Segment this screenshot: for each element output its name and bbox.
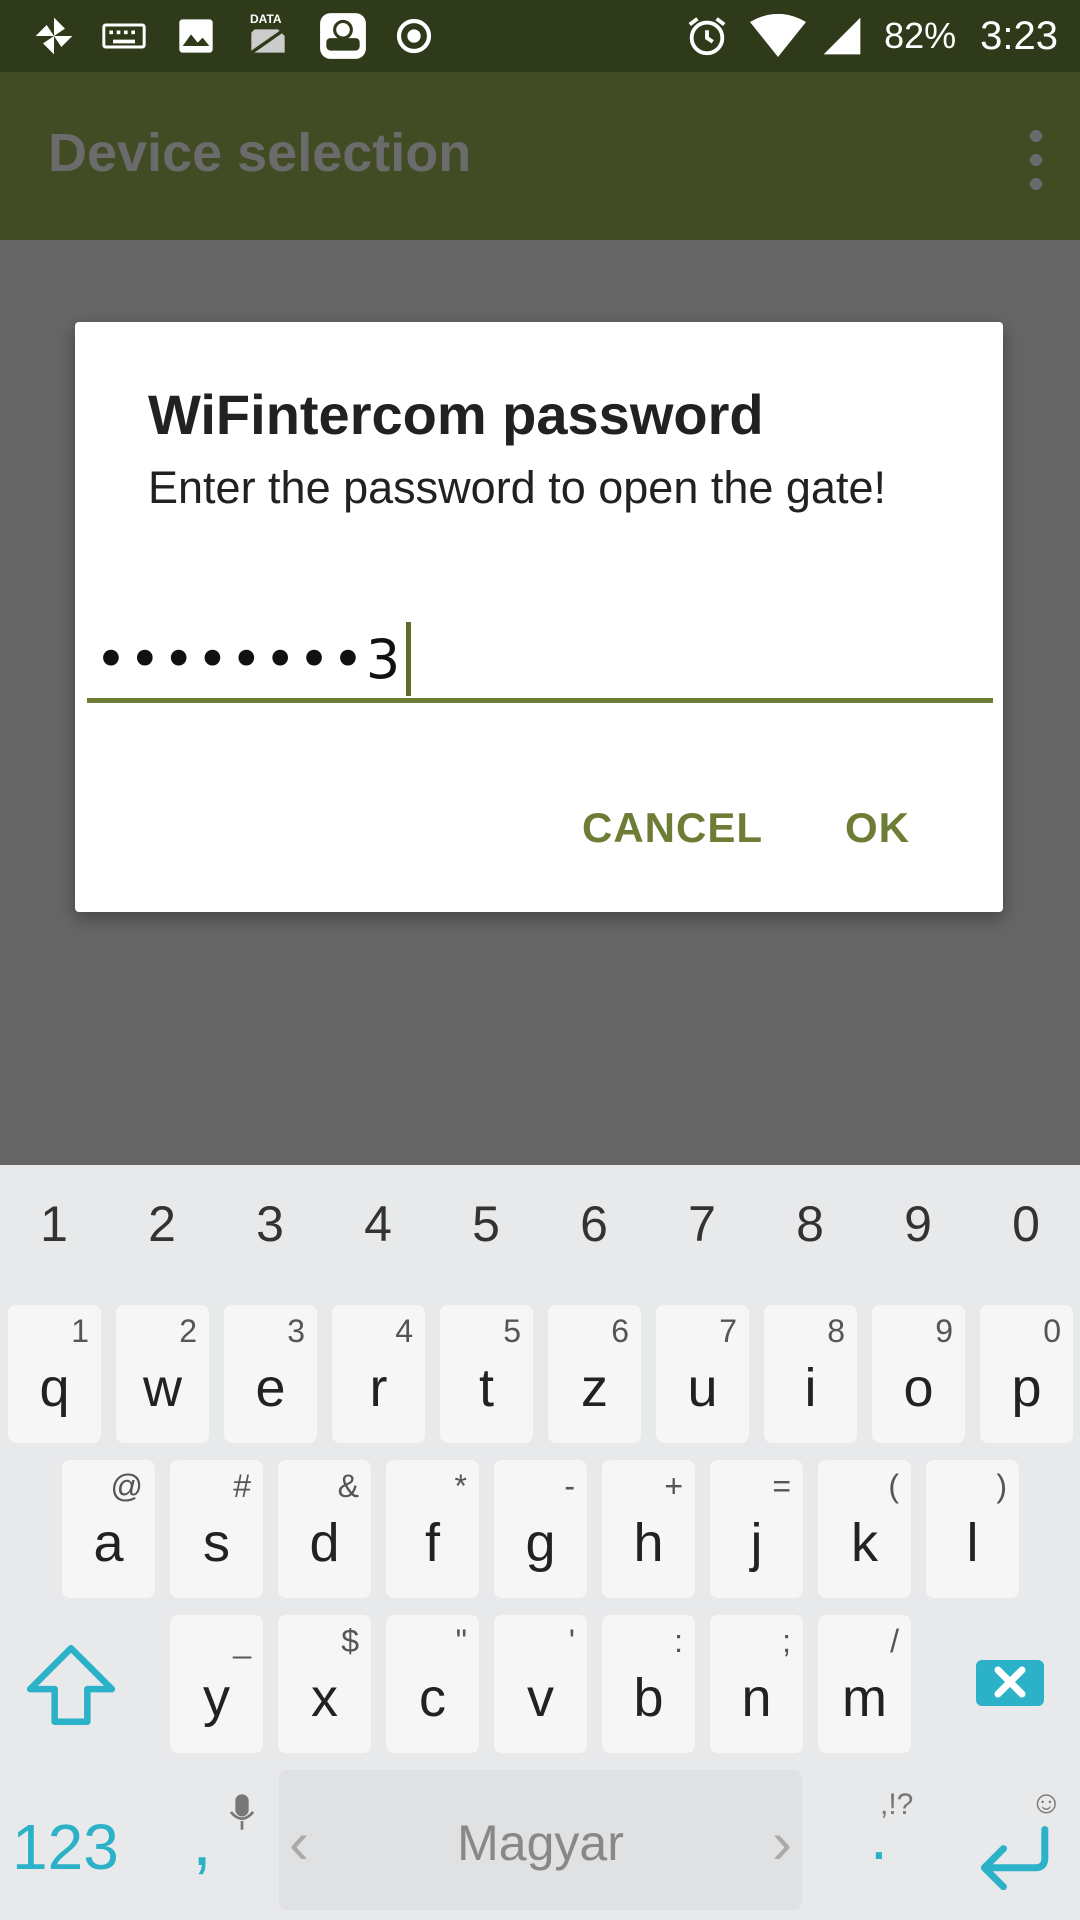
chevron-right-icon: › xyxy=(772,1809,792,1876)
image-icon xyxy=(172,12,220,60)
key-l[interactable]: ) l xyxy=(926,1460,1019,1598)
key-p[interactable]: 0p xyxy=(980,1305,1073,1443)
key-q[interactable]: 1q xyxy=(8,1305,101,1443)
dialog-message: Enter the password to open the gate! xyxy=(148,462,886,513)
key-u[interactable]: 7u xyxy=(656,1305,749,1443)
pinwheel-icon xyxy=(30,12,78,60)
number-row: 1 2 3 4 5 6 7 8 9 0 xyxy=(0,1195,1080,1275)
password-dialog: WiFintercom password Enter the password … xyxy=(75,322,1003,912)
key-c[interactable]: " c xyxy=(386,1615,479,1753)
space-key[interactable]: ‹ Magyar › xyxy=(279,1770,802,1910)
battery-level: 82% xyxy=(884,15,957,56)
text-caret xyxy=(406,622,412,697)
dialog-title: WiFintercom password xyxy=(148,383,764,446)
page-title: Device selection xyxy=(48,123,472,183)
key-g[interactable]: -g xyxy=(494,1460,587,1598)
key-d[interactable]: & d xyxy=(278,1460,371,1598)
lock-notification-icon xyxy=(316,12,370,60)
cancel-button[interactable]: CANCEL xyxy=(582,804,763,852)
emoji-icon: ☺ xyxy=(1030,1784,1063,1820)
key-4[interactable]: 4 xyxy=(324,1195,432,1275)
comma-key[interactable]: , xyxy=(192,1800,212,1882)
key-2[interactable]: 2 xyxy=(108,1195,216,1275)
key-8[interactable]: 8 xyxy=(756,1195,864,1275)
alarm-icon xyxy=(684,13,730,59)
key-5[interactable]: 5 xyxy=(432,1195,540,1275)
wifi-icon xyxy=(750,14,807,58)
password-value[interactable]: ••••••••3 xyxy=(95,622,412,697)
key-i[interactable]: 8i xyxy=(764,1305,857,1443)
backspace-key[interactable] xyxy=(976,1660,1044,1706)
app-bar: Device selection xyxy=(0,72,1080,240)
key-3[interactable]: 3 xyxy=(216,1195,324,1275)
backspace-x-icon xyxy=(994,1666,1026,1698)
key-z[interactable]: 6z xyxy=(548,1305,641,1443)
key-s[interactable]: # s xyxy=(170,1460,263,1598)
key-b[interactable]: :b xyxy=(602,1615,695,1753)
symbols-key[interactable]: 123 xyxy=(12,1810,119,1884)
status-right: 82% 3:23 xyxy=(684,0,1080,72)
key-w[interactable]: 2w xyxy=(116,1305,209,1443)
key-e[interactable]: 3e xyxy=(224,1305,317,1443)
status-bar: DATA 82% 3:23 xyxy=(0,0,1080,72)
key-o[interactable]: 9o xyxy=(872,1305,965,1443)
keyboard-icon xyxy=(100,12,148,60)
key-0[interactable]: 0 xyxy=(972,1195,1080,1275)
clock: 3:23 xyxy=(980,13,1058,58)
password-field[interactable]: ••••••••3 xyxy=(87,622,993,703)
key-k[interactable]: (k xyxy=(818,1460,911,1598)
key-1[interactable]: 1 xyxy=(0,1195,108,1275)
enter-key[interactable] xyxy=(968,1820,1058,1891)
key-x[interactable]: $ x xyxy=(278,1615,371,1753)
shift-key[interactable] xyxy=(22,1640,120,1730)
ok-button[interactable]: OK xyxy=(845,804,910,852)
enter-arrow-icon xyxy=(980,1826,1049,1891)
shift-arrow-icon xyxy=(26,1644,116,1726)
target-icon xyxy=(390,12,438,60)
key-n[interactable]: ; n xyxy=(710,1615,803,1753)
cell-signal-icon xyxy=(820,14,864,58)
key-a[interactable]: @ a xyxy=(62,1460,155,1598)
key-f[interactable]: * f xyxy=(386,1460,479,1598)
more-vert-icon[interactable] xyxy=(1024,130,1048,190)
data-sim-icon: DATA xyxy=(244,12,292,60)
space-key-label: Magyar xyxy=(457,1815,624,1871)
microphone-icon xyxy=(228,1792,256,1840)
key-r[interactable]: 4r xyxy=(332,1305,425,1443)
key-t[interactable]: 5t xyxy=(440,1305,533,1443)
key-h[interactable]: + h xyxy=(602,1460,695,1598)
key-y[interactable]: _ y xyxy=(170,1615,263,1753)
data-label: DATA xyxy=(250,12,282,26)
key-9[interactable]: 9 xyxy=(864,1195,972,1275)
key-7[interactable]: 7 xyxy=(648,1195,756,1275)
key-j[interactable]: = j xyxy=(710,1460,803,1598)
key-v[interactable]: ' v xyxy=(494,1615,587,1753)
period-key[interactable]: . xyxy=(870,1800,888,1874)
key-m[interactable]: / m xyxy=(818,1615,911,1753)
key-6[interactable]: 6 xyxy=(540,1195,648,1275)
password-text: ••••••••3 xyxy=(95,628,403,691)
